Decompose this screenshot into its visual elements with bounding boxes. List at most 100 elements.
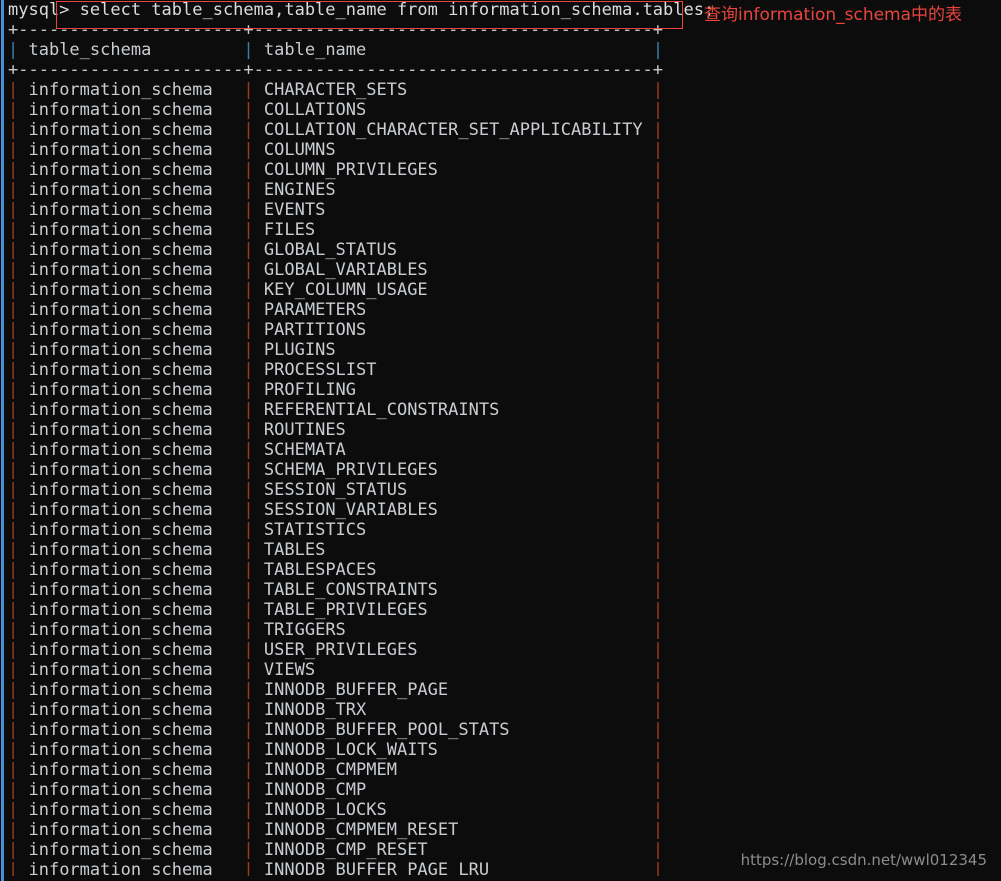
cell-table-schema: information_schema xyxy=(18,640,244,660)
cell-table-schema: information_schema xyxy=(18,820,244,840)
cell-table-schema: information_schema xyxy=(18,620,244,640)
table-border-pipe: | xyxy=(243,140,254,160)
table-row: | information_schema | INNODB_TRX | xyxy=(8,700,1001,720)
cell-table-schema: information_schema xyxy=(18,520,244,540)
table-border-pipe: | xyxy=(243,180,254,200)
table-row: | information_schema | INNODB_BUFFER_PAG… xyxy=(8,680,1001,700)
table-row: | information_schema | PROCESSLIST | xyxy=(8,360,1001,380)
table-border-pipe: | xyxy=(8,460,19,480)
table-border-pipe: | xyxy=(652,540,664,560)
table-border-pipe: | xyxy=(8,340,19,360)
table-row: | information_schema | GLOBAL_STATUS | xyxy=(8,240,1001,260)
cell-table-name: TABLES xyxy=(253,540,653,560)
table-border-pipe: | xyxy=(652,420,664,440)
sql-query-text[interactable]: select table_schema,table_name from info… xyxy=(69,0,715,20)
cell-table-name: INNODB_LOCKS xyxy=(253,800,653,820)
cell-table-schema: information_schema xyxy=(18,160,244,180)
table-row: | information_schema | INNODB_BUFFER_POO… xyxy=(8,720,1001,740)
table-border-pipe: | xyxy=(652,460,664,480)
cell-table-schema: information_schema xyxy=(18,700,244,720)
cell-table-name: PROFILING xyxy=(253,380,653,400)
table-row: | information_schema | STATISTICS | xyxy=(8,520,1001,540)
cell-table-schema: information_schema xyxy=(18,580,244,600)
table-border-pipe: | xyxy=(243,480,254,500)
table-border-pipe: | xyxy=(652,280,664,300)
table-border-pipe: | xyxy=(652,120,664,140)
table-border-pipe: | xyxy=(8,400,19,420)
table-row: | information_schema | PROFILING | xyxy=(8,380,1001,400)
table-border-pipe: | xyxy=(243,820,254,840)
cell-table-name: ENGINES xyxy=(253,180,653,200)
table-border-pipe: | xyxy=(652,260,664,280)
table-border-pipe: | xyxy=(8,260,19,280)
table-border-pipe: | xyxy=(652,40,664,60)
cell-table-name: SCHEMATA xyxy=(253,440,653,460)
table-border-pipe: | xyxy=(8,860,19,876)
column-header-1: table_schema xyxy=(18,40,244,60)
table-border-pipe: | xyxy=(652,400,664,420)
table-row: | information_schema | TABLES | xyxy=(8,540,1001,560)
shell-prompt: mysql> xyxy=(8,0,70,20)
table-border-pipe: | xyxy=(243,800,254,820)
cell-table-name: VIEWS xyxy=(253,660,653,680)
table-border-pipe: | xyxy=(8,80,19,100)
table-row: | information_schema | TABLE_PRIVILEGES … xyxy=(8,600,1001,620)
table-border-pipe: | xyxy=(8,360,19,380)
cell-table-schema: information_schema xyxy=(18,840,244,860)
table-border-pipe: | xyxy=(8,40,19,60)
terminal-window: mysql> select table_schema,table_name fr… xyxy=(0,0,1001,881)
table-row: | information_schema | USER_PRIVILEGES | xyxy=(8,640,1001,660)
cell-table-name: SESSION_VARIABLES xyxy=(253,500,653,520)
table-row: | information_schema | SESSION_STATUS | xyxy=(8,480,1001,500)
table-row: | information_schema | KEY_COLUMN_USAGE … xyxy=(8,280,1001,300)
table-row: | information_schema | PLUGINS | xyxy=(8,340,1001,360)
table-border-pipe: | xyxy=(8,200,19,220)
table-border-pipe: | xyxy=(243,260,254,280)
table-row: | information_schema | SCHEMA_PRIVILEGES… xyxy=(8,460,1001,480)
cell-table-name: INNODB_BUFFER_PAGE_LRU xyxy=(253,860,653,876)
table-border-pipe: | xyxy=(243,360,254,380)
cell-table-name: INNODB_CMPMEM xyxy=(253,760,653,780)
cell-table-name: PARAMETERS xyxy=(253,300,653,320)
cell-table-name: KEY_COLUMN_USAGE xyxy=(253,280,653,300)
table-row: | information_schema | COLLATIONS | xyxy=(8,100,1001,120)
vertical-scrollbar[interactable] xyxy=(0,0,5,881)
table-row: | information_schema | INNODB_CMPMEM | xyxy=(8,760,1001,780)
table-border-pipe: | xyxy=(8,120,19,140)
cell-table-name: GLOBAL_STATUS xyxy=(253,240,653,260)
table-header-rule: +----------------------+----------------… xyxy=(8,60,1001,80)
table-border-pipe: | xyxy=(243,40,254,60)
table-row: | information_schema | INNODB_CMP | xyxy=(8,780,1001,800)
table-border-pipe: | xyxy=(243,640,254,660)
table-border-pipe: | xyxy=(243,700,254,720)
table-border-pipe: | xyxy=(243,620,254,640)
table-border-pipe: | xyxy=(652,140,664,160)
table-border-pipe: | xyxy=(243,220,254,240)
table-border-pipe: | xyxy=(652,440,664,460)
cell-table-name: INNODB_TRX xyxy=(253,700,653,720)
table-border-pipe: | xyxy=(8,160,19,180)
table-border-pipe: | xyxy=(243,580,254,600)
table-border-pipe: | xyxy=(652,360,664,380)
table-border-pipe: | xyxy=(243,460,254,480)
watermark: https://blog.csdn.net/wwl012345 xyxy=(740,851,987,869)
table-border-pipe: | xyxy=(652,200,664,220)
scrollbar-thumb[interactable] xyxy=(1,0,4,881)
table-border-pipe: | xyxy=(243,380,254,400)
table-border-pipe: | xyxy=(8,780,19,800)
table-border-pipe: | xyxy=(243,400,254,420)
table-row: | information_schema | PARAMETERS | xyxy=(8,300,1001,320)
table-border-pipe: | xyxy=(243,780,254,800)
cell-table-name: SCHEMA_PRIVILEGES xyxy=(253,460,653,480)
table-border-pipe: | xyxy=(652,740,664,760)
table-border-pipe: | xyxy=(652,500,664,520)
table-border-pipe: | xyxy=(243,100,254,120)
table-border-pipe: | xyxy=(8,100,19,120)
cell-table-schema: information_schema xyxy=(18,100,244,120)
table-row: | information_schema | COLUMNS | xyxy=(8,140,1001,160)
table-border-pipe: | xyxy=(652,680,664,700)
table-row: | information_schema | ROUTINES | xyxy=(8,420,1001,440)
table-row: | information_schema | COLUMN_PRIVILEGES… xyxy=(8,160,1001,180)
cell-table-schema: information_schema xyxy=(18,420,244,440)
cell-table-schema: information_schema xyxy=(18,140,244,160)
